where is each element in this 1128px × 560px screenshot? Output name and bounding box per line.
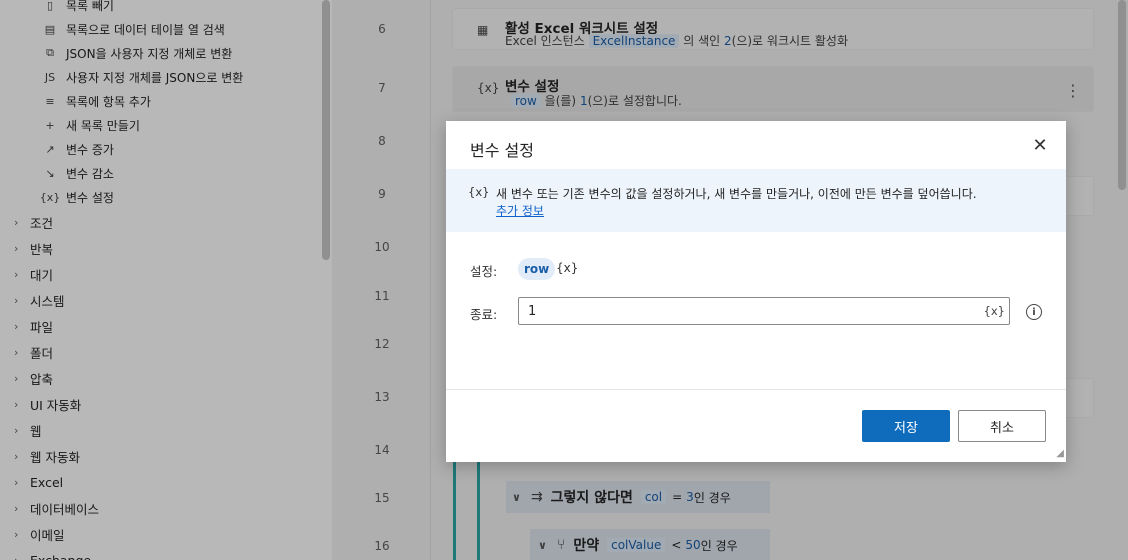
info-text: 새 변수 또는 기존 변수의 값을 설정하거나, 새 변수를 만들거나, 이전에… (496, 187, 977, 201)
variable-picker-icon[interactable]: {x} (556, 261, 578, 275)
cancel-button[interactable]: 취소 (958, 410, 1046, 442)
variable-icon: {x} (468, 185, 490, 199)
value-input[interactable]: 1 {x} (518, 297, 1010, 325)
variable-name-pill[interactable]: row (518, 258, 556, 280)
info-icon[interactable]: i (1026, 304, 1042, 320)
footer-divider (446, 389, 1066, 390)
resize-grip-icon[interactable]: ◢ (1052, 448, 1064, 460)
variable-picker-icon[interactable]: {x} (984, 304, 1005, 318)
close-icon[interactable]: ✕ (1028, 133, 1052, 157)
set-variable-dialog: 변수 설정 ✕ {x} 새 변수 또는 기존 변수의 값을 설정하거나, 새 변… (446, 121, 1066, 462)
dialog-title: 변수 설정 (470, 141, 534, 160)
to-label: 종료: (470, 307, 498, 322)
set-label: 설정: (470, 264, 498, 279)
save-button[interactable]: 저장 (862, 410, 950, 442)
info-banner: {x} 새 변수 또는 기존 변수의 값을 설정하거나, 새 변수를 만들거나,… (446, 169, 1066, 232)
value-text: 1 (528, 304, 537, 319)
more-info-link[interactable]: 추가 정보 (496, 202, 544, 219)
